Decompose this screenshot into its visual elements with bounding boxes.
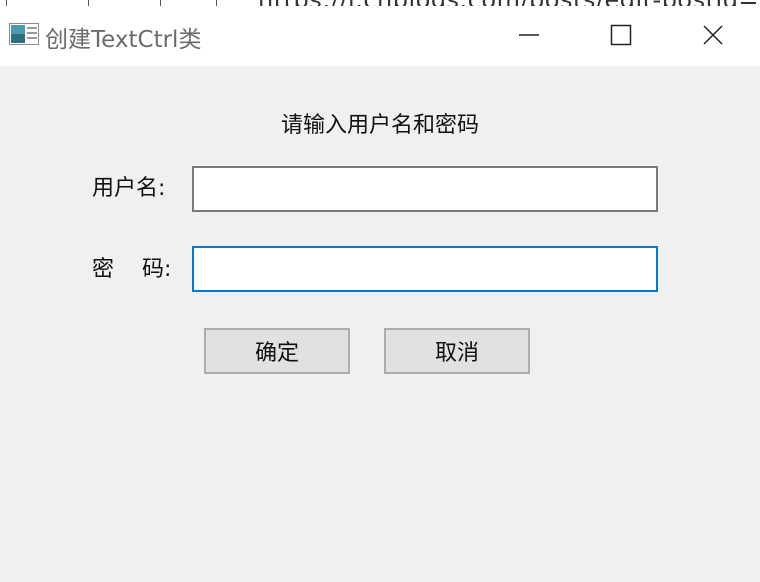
close-button[interactable] xyxy=(667,6,759,64)
app-icon xyxy=(9,23,39,45)
ok-button[interactable]: 确定 xyxy=(204,328,350,374)
username-label: 用户名: xyxy=(92,176,166,201)
minimize-icon xyxy=(519,34,539,36)
password-input[interactable] xyxy=(192,246,658,292)
window-title: 创建TextCtrl类 xyxy=(45,27,202,53)
minimize-button[interactable] xyxy=(483,6,575,64)
maximize-icon xyxy=(610,24,632,46)
cancel-button[interactable]: 取消 xyxy=(384,328,530,374)
close-icon xyxy=(703,25,723,45)
username-input[interactable] xyxy=(192,166,658,212)
form-heading: 请输入用户名和密码 xyxy=(280,113,479,138)
password-label: 密 码: xyxy=(92,257,172,282)
title-bar[interactable]: 创建TextCtrl类 xyxy=(0,6,760,66)
dialog-window: 创建TextCtrl类 请输入用户名和密码 用户名: 密 码: 确定 取消 xyxy=(0,6,760,582)
maximize-button[interactable] xyxy=(575,6,667,64)
